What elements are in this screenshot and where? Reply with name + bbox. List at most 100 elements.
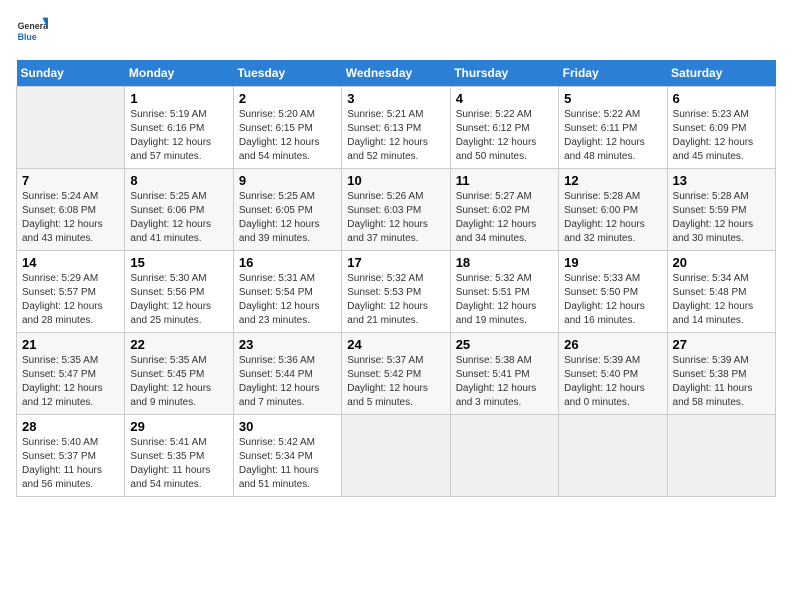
day-info: Sunrise: 5:22 AM Sunset: 6:11 PM Dayligh…	[564, 108, 661, 164]
week-row-2: 7 Sunrise: 5:24 AM Sunset: 6:08 PM Daylig…	[17, 169, 776, 251]
day-info: Sunrise: 5:36 AM Sunset: 5:44 PM Dayligh…	[239, 354, 336, 410]
day-info: Sunrise: 5:34 AM Sunset: 5:48 PM Dayligh…	[673, 272, 770, 328]
day-number: 19	[564, 255, 661, 270]
calendar-cell: 16 Sunrise: 5:31 AM Sunset: 5:54 PM Dayli…	[233, 251, 341, 333]
col-header-tuesday: Tuesday	[233, 60, 341, 87]
day-info: Sunrise: 5:37 AM Sunset: 5:42 PM Dayligh…	[347, 354, 444, 410]
day-number: 20	[673, 255, 770, 270]
calendar-cell: 12 Sunrise: 5:28 AM Sunset: 6:00 PM Dayli…	[559, 169, 667, 251]
calendar-cell: 17Sunrise: 5:32 AM Sunset: 5:53 PM Dayli…	[342, 251, 450, 333]
day-info: Sunrise: 5:33 AM Sunset: 5:50 PM Dayligh…	[564, 272, 661, 328]
calendar-cell	[450, 415, 558, 497]
day-number: 27	[673, 337, 770, 352]
day-info: Sunrise: 5:32 AM Sunset: 5:51 PM Dayligh…	[456, 272, 553, 328]
calendar-cell: 11 Sunrise: 5:27 AM Sunset: 6:02 PM Dayli…	[450, 169, 558, 251]
day-number: 5	[564, 91, 661, 106]
day-info: Sunrise: 5:25 AM Sunset: 6:05 PM Dayligh…	[239, 190, 336, 246]
calendar-cell: 2 Sunrise: 5:20 AM Sunset: 6:15 PM Daylig…	[233, 87, 341, 169]
calendar-cell: 4Sunrise: 5:22 AM Sunset: 6:12 PM Daylig…	[450, 87, 558, 169]
calendar-cell: 28Sunrise: 5:40 AM Sunset: 5:37 PM Dayli…	[17, 415, 125, 497]
day-info: Sunrise: 5:38 AM Sunset: 5:41 PM Dayligh…	[456, 354, 553, 410]
calendar-cell: 24 Sunrise: 5:37 AM Sunset: 5:42 PM Dayli…	[342, 333, 450, 415]
header-row: SundayMondayTuesdayWednesdayThursdayFrid…	[17, 60, 776, 87]
day-number: 9	[239, 173, 336, 188]
col-header-friday: Friday	[559, 60, 667, 87]
calendar-cell: 22 Sunrise: 5:35 AM Sunset: 5:45 PM Dayli…	[125, 333, 233, 415]
col-header-thursday: Thursday	[450, 60, 558, 87]
day-info: Sunrise: 5:42 AM Sunset: 5:34 PM Dayligh…	[239, 436, 336, 492]
page-header: GeneralBlue	[16, 16, 776, 48]
calendar-cell: 10 Sunrise: 5:26 AM Sunset: 6:03 PM Dayli…	[342, 169, 450, 251]
svg-text:Blue: Blue	[18, 32, 37, 42]
day-info: Sunrise: 5:27 AM Sunset: 6:02 PM Dayligh…	[456, 190, 553, 246]
col-header-saturday: Saturday	[667, 60, 775, 87]
day-number: 4	[456, 91, 553, 106]
day-number: 26	[564, 337, 661, 352]
day-number: 30	[239, 419, 336, 434]
col-header-wednesday: Wednesday	[342, 60, 450, 87]
calendar-cell	[667, 415, 775, 497]
day-info: Sunrise: 5:25 AM Sunset: 6:06 PM Dayligh…	[130, 190, 227, 246]
day-number: 11	[456, 173, 553, 188]
logo: GeneralBlue	[16, 16, 48, 48]
day-info: Sunrise: 5:20 AM Sunset: 6:15 PM Dayligh…	[239, 108, 336, 164]
calendar-table: SundayMondayTuesdayWednesdayThursdayFrid…	[16, 60, 776, 497]
day-number: 14	[22, 255, 119, 270]
calendar-cell: 26Sunrise: 5:39 AM Sunset: 5:40 PM Dayli…	[559, 333, 667, 415]
day-info: Sunrise: 5:24 AM Sunset: 6:08 PM Dayligh…	[22, 190, 119, 246]
calendar-cell	[559, 415, 667, 497]
day-number: 13	[673, 173, 770, 188]
calendar-cell: 6 Sunrise: 5:23 AM Sunset: 6:09 PM Daylig…	[667, 87, 775, 169]
day-info: Sunrise: 5:39 AM Sunset: 5:38 PM Dayligh…	[673, 354, 770, 410]
day-info: Sunrise: 5:19 AM Sunset: 6:16 PM Dayligh…	[130, 108, 227, 164]
calendar-cell: 5 Sunrise: 5:22 AM Sunset: 6:11 PM Daylig…	[559, 87, 667, 169]
day-number: 6	[673, 91, 770, 106]
day-info: Sunrise: 5:26 AM Sunset: 6:03 PM Dayligh…	[347, 190, 444, 246]
calendar-cell: 25Sunrise: 5:38 AM Sunset: 5:41 PM Dayli…	[450, 333, 558, 415]
calendar-cell: 8Sunrise: 5:25 AM Sunset: 6:06 PM Daylig…	[125, 169, 233, 251]
calendar-cell: 23 Sunrise: 5:36 AM Sunset: 5:44 PM Dayli…	[233, 333, 341, 415]
day-info: Sunrise: 5:28 AM Sunset: 6:00 PM Dayligh…	[564, 190, 661, 246]
calendar-cell: 29 Sunrise: 5:41 AM Sunset: 5:35 PM Dayli…	[125, 415, 233, 497]
day-number: 29	[130, 419, 227, 434]
col-header-sunday: Sunday	[17, 60, 125, 87]
logo-icon: GeneralBlue	[16, 16, 48, 48]
day-number: 23	[239, 337, 336, 352]
calendar-cell: 30 Sunrise: 5:42 AM Sunset: 5:34 PM Dayli…	[233, 415, 341, 497]
day-info: Sunrise: 5:28 AM Sunset: 5:59 PM Dayligh…	[673, 190, 770, 246]
day-info: Sunrise: 5:23 AM Sunset: 6:09 PM Dayligh…	[673, 108, 770, 164]
calendar-cell: 13 Sunrise: 5:28 AM Sunset: 5:59 PM Dayli…	[667, 169, 775, 251]
day-info: Sunrise: 5:21 AM Sunset: 6:13 PM Dayligh…	[347, 108, 444, 164]
week-row-3: 14 Sunrise: 5:29 AM Sunset: 5:57 PM Dayli…	[17, 251, 776, 333]
day-info: Sunrise: 5:35 AM Sunset: 5:45 PM Dayligh…	[130, 354, 227, 410]
day-info: Sunrise: 5:29 AM Sunset: 5:57 PM Dayligh…	[22, 272, 119, 328]
day-number: 18	[456, 255, 553, 270]
day-info: Sunrise: 5:40 AM Sunset: 5:37 PM Dayligh…	[22, 436, 119, 492]
calendar-cell: 9 Sunrise: 5:25 AM Sunset: 6:05 PM Daylig…	[233, 169, 341, 251]
day-number: 15	[130, 255, 227, 270]
day-number: 2	[239, 91, 336, 106]
day-info: Sunrise: 5:31 AM Sunset: 5:54 PM Dayligh…	[239, 272, 336, 328]
day-number: 17	[347, 255, 444, 270]
week-row-4: 21 Sunrise: 5:35 AM Sunset: 5:47 PM Dayli…	[17, 333, 776, 415]
week-row-1: 1Sunrise: 5:19 AM Sunset: 6:16 PM Daylig…	[17, 87, 776, 169]
day-number: 12	[564, 173, 661, 188]
day-number: 10	[347, 173, 444, 188]
day-number: 22	[130, 337, 227, 352]
day-info: Sunrise: 5:35 AM Sunset: 5:47 PM Dayligh…	[22, 354, 119, 410]
calendar-cell	[342, 415, 450, 497]
svg-text:General: General	[18, 21, 48, 31]
calendar-cell: 3Sunrise: 5:21 AM Sunset: 6:13 PM Daylig…	[342, 87, 450, 169]
day-info: Sunrise: 5:41 AM Sunset: 5:35 PM Dayligh…	[130, 436, 227, 492]
calendar-cell: 14 Sunrise: 5:29 AM Sunset: 5:57 PM Dayli…	[17, 251, 125, 333]
day-number: 24	[347, 337, 444, 352]
day-number: 16	[239, 255, 336, 270]
day-number: 21	[22, 337, 119, 352]
day-number: 7	[22, 173, 119, 188]
calendar-cell: 27 Sunrise: 5:39 AM Sunset: 5:38 PM Dayli…	[667, 333, 775, 415]
week-row-5: 28Sunrise: 5:40 AM Sunset: 5:37 PM Dayli…	[17, 415, 776, 497]
calendar-cell: 21 Sunrise: 5:35 AM Sunset: 5:47 PM Dayli…	[17, 333, 125, 415]
calendar-cell: 19 Sunrise: 5:33 AM Sunset: 5:50 PM Dayli…	[559, 251, 667, 333]
day-info: Sunrise: 5:30 AM Sunset: 5:56 PM Dayligh…	[130, 272, 227, 328]
col-header-monday: Monday	[125, 60, 233, 87]
